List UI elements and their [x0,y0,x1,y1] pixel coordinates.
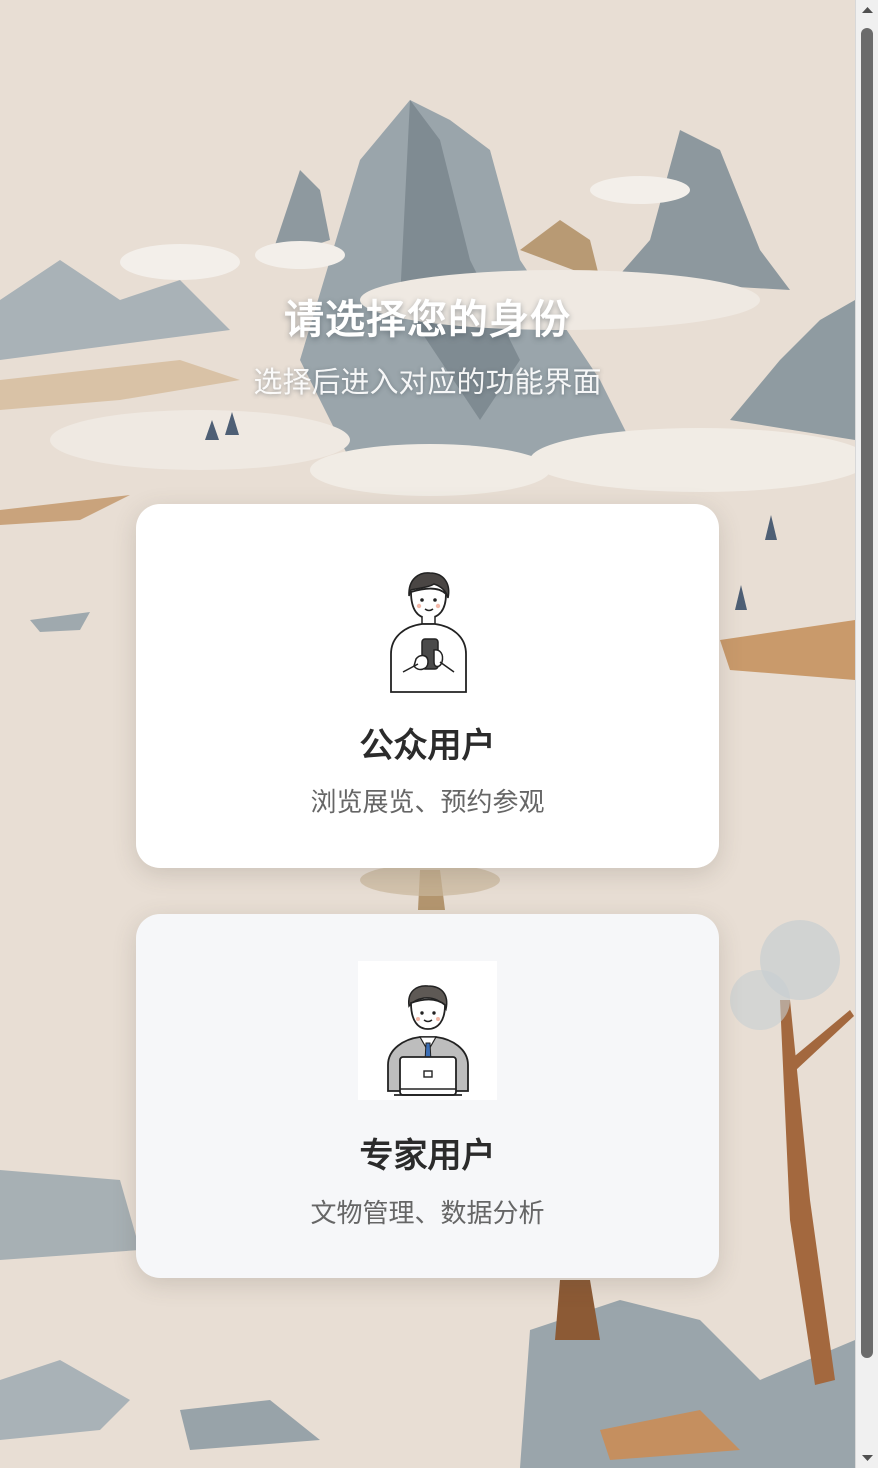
person-with-phone-icon [390,572,467,693]
scroll-down-arrow-icon[interactable] [856,1448,878,1468]
expert-user-card[interactable]: 专家用户 文物管理、数据分析 [136,914,719,1278]
public-user-card[interactable]: 公众用户 浏览展览、预约参观 [136,504,719,868]
vertical-scrollbar[interactable] [855,0,878,1468]
expert-user-description: 文物管理、数据分析 [310,1199,545,1229]
page-title: 请选择您的身份 [284,297,571,343]
scrollbar-thumb[interactable] [861,28,873,1358]
page-viewport: 请选择您的身份 选择后进入对应的功能界面 公众用户 浏览展览、预约参观 专家用户… [0,0,855,1468]
page-header: 请选择您的身份 选择后进入对应的功能界面 [0,292,855,402]
scroll-up-arrow-icon[interactable] [856,0,878,20]
page-subtitle: 选择后进入对应的功能界面 [253,365,602,399]
expert-user-title: 专家用户 [359,1136,496,1176]
public-user-description: 浏览展览、预约参观 [310,788,545,818]
public-user-title: 公众用户 [359,726,496,766]
person-with-laptop-icon [358,961,497,1100]
